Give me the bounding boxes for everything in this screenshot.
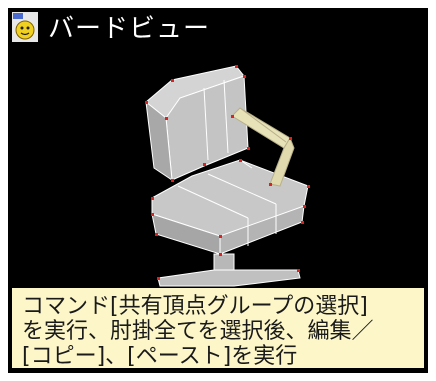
bird-view-viewport[interactable]: バードビュー コマンド[共有頂点グループの選択] を実行、肘掛全てを選択後、編集…	[8, 8, 428, 373]
caption-line: コマンド[共有頂点グループの選択]	[22, 294, 368, 319]
caption-line: を実行、肘掛全てを選択後、編集／	[22, 319, 374, 344]
instruction-caption: コマンド[共有頂点グループの選択] を実行、肘掛全てを選択後、編集／ [コピー]…	[12, 288, 424, 369]
caption-line: [コピー]、[ペースト]を実行	[22, 344, 298, 369]
chair-base	[157, 253, 301, 287]
